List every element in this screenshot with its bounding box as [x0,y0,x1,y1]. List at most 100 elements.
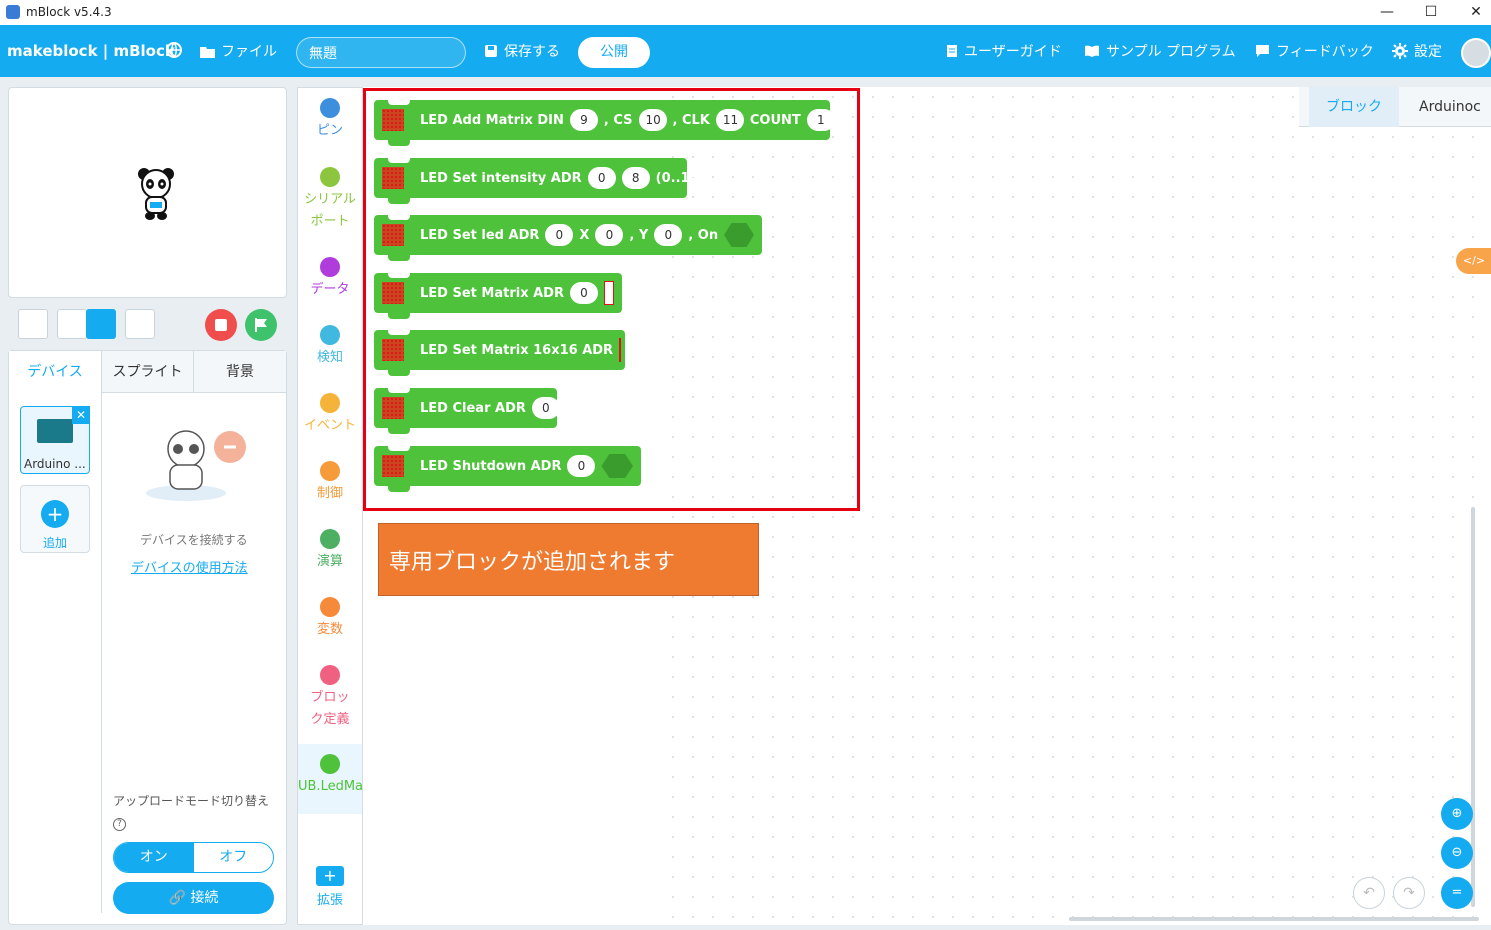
help-icon[interactable]: ? [113,818,126,831]
toggle-on[interactable]: オン [114,843,194,872]
tab-blocks[interactable]: ブロック [1309,87,1399,127]
device-card-arduino[interactable]: ✕ Arduino ... [20,406,90,474]
sample-programs-label: サンプル プログラム [1106,44,1236,60]
category-dot [320,98,340,118]
category-pin[interactable]: ピン [298,98,362,142]
category-variables[interactable]: 変数 [298,597,362,641]
category-events[interactable]: イベント [298,393,362,437]
small-stage-icon[interactable] [57,309,87,339]
device-panel: デバイス スプライト 背景 ✕ Arduino ... + 追加 デバイスを接続… [8,350,287,925]
gear-icon [1392,43,1408,59]
divider [101,393,102,913]
arduino-board-icon [37,419,73,443]
stage-canvas[interactable] [8,87,287,298]
redo-button[interactable]: ↷ [1393,877,1425,909]
block-categories: ピン シリアルポート データ 検知 イベント 制御 演算 変数 ブロック定義 U… [297,87,363,925]
upload-mode-label: アップロードモード切り替え [113,794,270,808]
category-ub-ledmatrix[interactable]: UB.LedMa [298,744,362,814]
category-label: 演算 [316,554,343,569]
chat-icon [1256,45,1269,57]
globe-icon[interactable] [165,41,183,59]
minimize-button[interactable]: — [1377,3,1397,21]
brand-logo: makeblock | mBlock [7,42,175,60]
zoom-reset-button[interactable]: = [1441,877,1473,909]
category-dot [320,665,340,685]
workspace-tabs: ブロック Arduinoc [1299,87,1491,127]
category-sensing[interactable]: 検知 [298,325,362,369]
publish-button[interactable]: 公開 [578,37,650,68]
user-guide-menu[interactable]: ユーザーガイド [946,41,1062,61]
file-menu-label: ファイル [221,44,277,60]
feedback-menu[interactable]: フィードバック [1255,41,1374,61]
category-label: シリアルポート [304,192,356,229]
category-control[interactable]: 制御 [298,461,362,505]
category-label: ブロック定義 [310,690,350,727]
sample-programs-menu[interactable]: サンプル プログラム [1084,41,1236,61]
category-dot [320,754,340,774]
undo-button[interactable]: ↶ [1353,877,1385,909]
folder-icon [200,46,215,58]
save-button[interactable]: 保存する [484,41,560,61]
close-window-button[interactable]: ✕ [1466,3,1486,21]
toggle-off[interactable]: オフ [194,843,274,872]
code-view-toggle[interactable]: </> [1456,248,1491,274]
maximize-button[interactable]: ☐ [1421,3,1441,21]
category-label: データ [310,282,350,297]
category-label: イベント [303,418,356,433]
settings-menu[interactable]: 設定 [1392,41,1442,61]
settings-label: 設定 [1414,44,1442,60]
extension-icon: + [316,866,344,886]
user-avatar[interactable] [1461,38,1491,68]
user-guide-label: ユーザーガイド [964,44,1062,60]
normal-stage-icon[interactable] [86,309,116,339]
highlight-box [363,88,860,511]
green-flag-button[interactable] [245,309,277,341]
category-dot [320,461,340,481]
book-icon [1085,45,1099,57]
tab-arduino-code[interactable]: Arduinoc [1419,87,1481,127]
window-title: mBlock v5.4.3 [26,5,112,19]
category-label: UB.LedMa [298,779,362,794]
file-menu[interactable]: ファイル [200,41,277,61]
flag-icon [255,318,267,332]
fullscreen-icon[interactable] [18,309,48,339]
zoom-out-button[interactable]: ⊖ [1441,837,1473,869]
remove-device-icon[interactable]: ✕ [72,406,90,424]
stop-button[interactable] [205,309,237,341]
feedback-label: フィードバック [1276,44,1374,60]
window-titlebar: mBlock v5.4.3 — ☐ ✕ [0,0,1491,25]
category-operators[interactable]: 演算 [298,529,362,573]
tab-devices[interactable]: デバイス [9,351,101,393]
panda-connect-illustration [146,430,246,501]
tab-sprites[interactable]: スプライト [101,351,193,393]
save-icon [485,45,497,57]
horizontal-scrollbar[interactable] [1069,917,1479,921]
add-device-label: 追加 [42,536,67,550]
grid-view-icon[interactable] [125,309,155,339]
category-my-blocks[interactable]: ブロック定義 [298,665,362,731]
category-label: 検知 [316,350,343,365]
category-dot [320,167,340,187]
category-dot [320,257,340,277]
document-icon [947,45,957,57]
link-icon: 🔗 [168,890,191,906]
category-serial[interactable]: シリアルポート [298,167,362,233]
zoom-in-button[interactable]: ⊕ [1441,798,1473,830]
panda-sprite[interactable] [136,166,176,222]
plus-icon: + [41,500,69,528]
tab-backdrops[interactable]: 背景 [193,351,286,393]
connect-button[interactable]: 🔗 接続 [113,882,274,914]
device-name: Arduino ... [24,457,86,471]
project-title-input[interactable] [296,37,466,68]
extension-button[interactable]: + 拡張 [298,866,362,912]
connect-label: 接続 [190,890,219,906]
save-label: 保存する [504,44,560,60]
extension-label: 拡張 [316,893,343,908]
category-dot [320,529,340,549]
stop-icon [215,319,227,331]
add-device-button[interactable]: + 追加 [20,485,90,553]
device-usage-link[interactable]: デバイスの使用方法 [131,557,248,576]
upload-mode-toggle[interactable]: オン オフ [113,842,274,873]
category-data[interactable]: データ [298,257,362,301]
category-label: 変数 [316,622,343,637]
